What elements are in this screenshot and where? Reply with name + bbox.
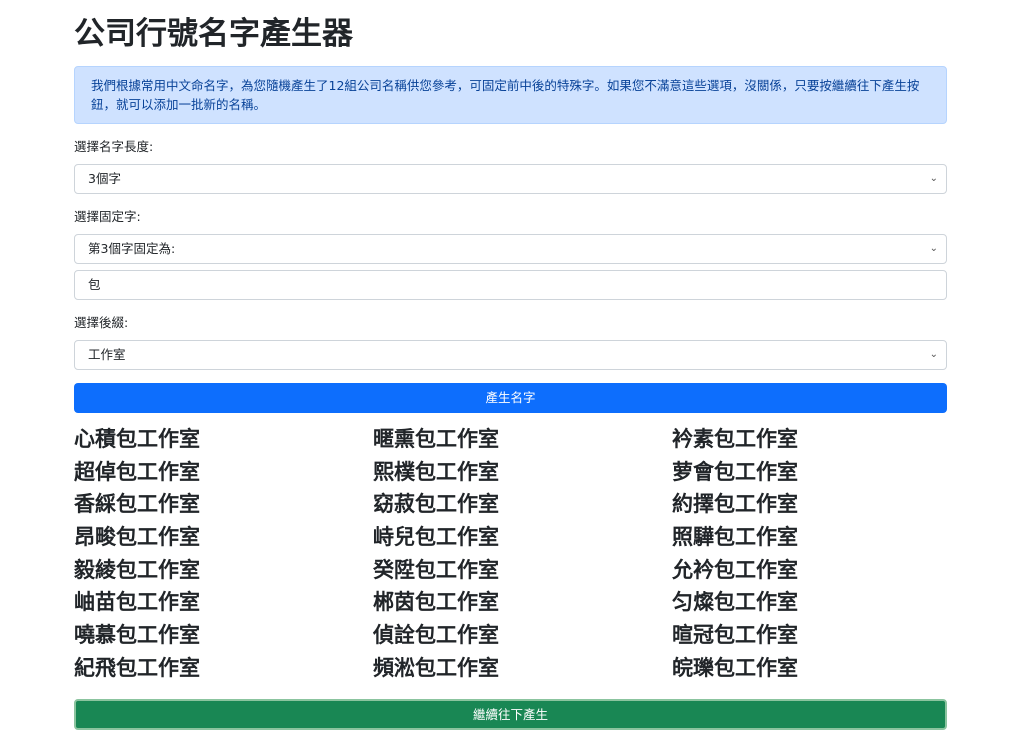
generated-name: 頻淞包工作室 [373, 655, 499, 680]
generated-name: 暄冠包工作室 [672, 623, 798, 648]
suffix-select-value: 工作室 [88, 347, 126, 362]
suffix-label: 選擇後綴: [74, 315, 129, 330]
generated-name: 昂畯包工作室 [74, 525, 200, 550]
generated-name: 毅綾包工作室 [74, 557, 200, 582]
generated-name: 岫苗包工作室 [74, 590, 200, 615]
generate-button[interactable]: 產生名字 [74, 383, 947, 413]
generated-name: 郴茵包工作室 [373, 590, 499, 615]
generated-name: 照驊包工作室 [672, 525, 798, 550]
generated-name: 癸陞包工作室 [373, 557, 499, 582]
generate-more-button[interactable]: 繼續往下產生 [74, 698, 947, 730]
generated-name: 允衿包工作室 [672, 557, 798, 582]
fixed-char-value: 包 [88, 277, 101, 292]
generated-name: 香綵包工作室 [74, 492, 200, 517]
generated-name: 心積包工作室 [74, 427, 200, 451]
length-label: 選擇名字長度: [74, 139, 154, 154]
fixed-char-input[interactable]: 包 [74, 270, 947, 300]
suffix-select[interactable]: 工作室 ⌄ [74, 340, 947, 370]
fixed-position-value: 第3個字固定為: [88, 241, 176, 256]
length-select[interactable]: 3個字 ⌄ [74, 164, 947, 194]
chevron-down-icon: ⌄ [929, 173, 938, 184]
name-results-grid: 心積包工作室 暱熏包工作室 衿素包工作室超倬包工作室 熙樸包工作室 萝會包工作室香綵包工… [74, 423, 947, 685]
generated-name: 嘵慕包工作室 [74, 623, 200, 648]
generated-name: 偵詮包工作室 [373, 623, 499, 648]
chevron-down-icon: ⌄ [929, 349, 938, 360]
info-alert: 我們根據常用中文命名字，為您隨機產生了12組公司名稱供您參考，可固定前中後的特殊… [74, 66, 947, 124]
generated-name: 萝會包工作室 [672, 459, 798, 484]
chevron-down-icon: ⌄ [929, 243, 938, 254]
generated-name: 皖瓅包工作室 [672, 655, 798, 680]
generated-name: 熙樸包工作室 [373, 459, 499, 484]
fixed-position-select[interactable]: 第3個字固定為: ⌄ [74, 234, 947, 264]
generated-name: 超倬包工作室 [74, 459, 200, 484]
generated-name: 峙兒包工作室 [373, 525, 499, 550]
generated-name: 窈菽包工作室 [373, 492, 499, 517]
generated-name: 約擇包工作室 [672, 492, 798, 517]
length-select-value: 3個字 [88, 171, 121, 186]
generated-name: 匀燦包工作室 [672, 590, 798, 615]
generated-name: 暱熏包工作室 [373, 427, 499, 451]
fixed-char-label: 選擇固定字: [74, 209, 141, 224]
page-title: 公司行號名字產生器 [74, 16, 353, 52]
generated-name: 衿素包工作室 [672, 427, 798, 451]
main-container: 公司行號名字產生器 我們根據常用中文命名字，為您隨機產生了12組公司名稱供您參考… [74, 0, 947, 730]
generated-name: 紀飛包工作室 [74, 655, 200, 680]
